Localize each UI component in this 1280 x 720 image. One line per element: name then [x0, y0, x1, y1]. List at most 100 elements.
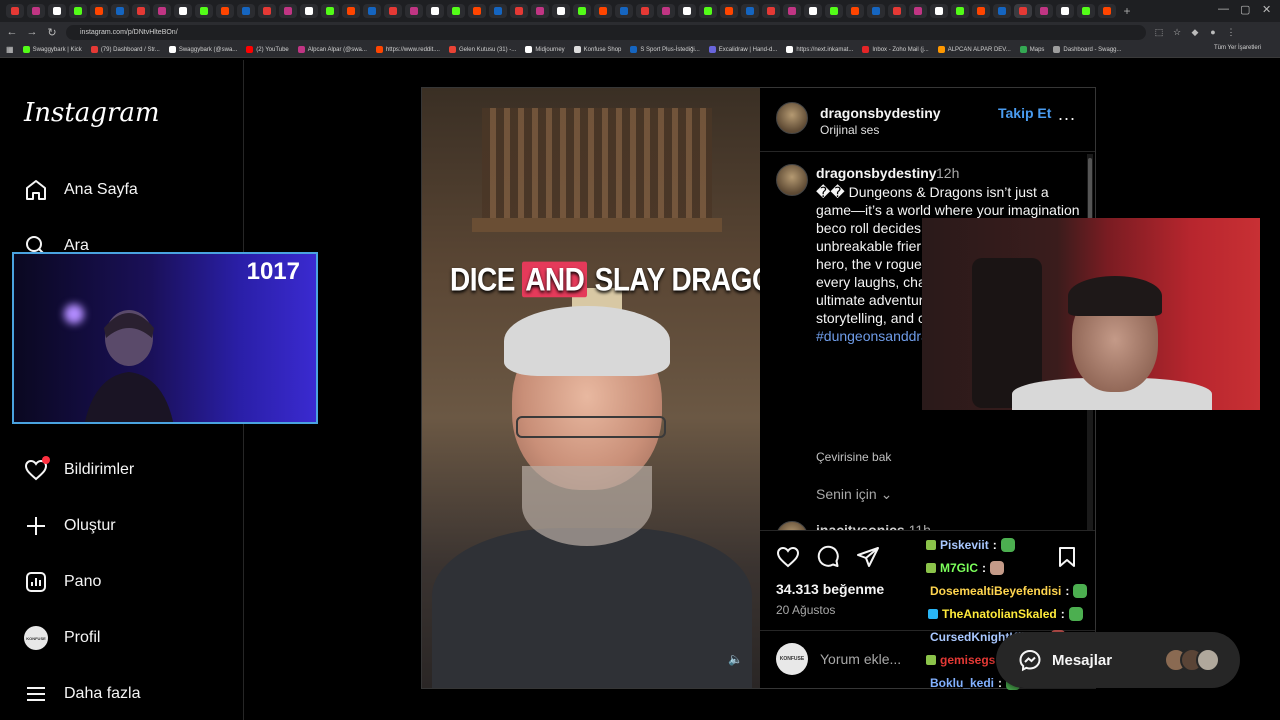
bookmark-item[interactable]: Konfuse Shop — [573, 46, 621, 53]
browser-tab[interactable] — [552, 4, 570, 18]
browser-tab[interactable] — [468, 4, 486, 18]
bookmark-item[interactable]: Alpcan Alpar (@swa... — [297, 46, 367, 53]
browser-tab[interactable] — [321, 4, 339, 18]
browser-tab[interactable] — [300, 4, 318, 18]
browser-tab[interactable] — [993, 4, 1011, 18]
browser-tab[interactable] — [804, 4, 822, 18]
browser-tab[interactable] — [930, 4, 948, 18]
more-options-icon[interactable]: ... — [1058, 104, 1076, 125]
minimize-button[interactable]: — — [1218, 3, 1229, 15]
caption-username[interactable]: dragonsbydestiny — [816, 165, 937, 181]
commenter-avatar[interactable] — [776, 521, 808, 530]
bookmark-item[interactable]: Inbox - Zoho Mail (j... — [862, 46, 929, 53]
browser-tab[interactable] — [48, 4, 66, 18]
browser-tab[interactable] — [1056, 4, 1074, 18]
bookmark-item[interactable]: Midjourney — [525, 46, 565, 53]
browser-tab[interactable] — [342, 4, 360, 18]
browser-tab[interactable] — [846, 4, 864, 18]
back-icon[interactable]: ← — [6, 26, 18, 38]
sidebar-item-profile[interactable]: KONFUSE Profil — [24, 626, 100, 650]
browser-tab[interactable] — [153, 4, 171, 18]
bookmark-star-icon[interactable]: ☆ — [1172, 27, 1182, 38]
forward-icon[interactable]: → — [26, 26, 38, 38]
apps-icon[interactable]: ▦ — [6, 45, 14, 54]
maximize-button[interactable]: ▢ — [1240, 3, 1250, 16]
profile-icon[interactable]: ● — [1208, 27, 1218, 37]
comment-username[interactable]: inacitysonics 11h — [816, 522, 931, 530]
install-icon[interactable]: ⬚ — [1154, 27, 1164, 38]
bookmark-item[interactable]: Swaggybark | Kick — [22, 46, 82, 53]
author-avatar[interactable] — [776, 102, 808, 134]
mute-icon[interactable]: 🔈 — [728, 652, 744, 668]
audio-label[interactable]: Orijinal ses — [820, 123, 879, 137]
like-icon[interactable] — [776, 545, 800, 569]
address-bar[interactable]: instagram.com/p/DNtvHlteBOn/ — [66, 24, 1146, 40]
caption-avatar[interactable] — [776, 164, 808, 196]
browser-tab[interactable] — [762, 4, 780, 18]
browser-tab[interactable] — [363, 4, 381, 18]
bookmark-item[interactable]: (79) Dashboard / Str... — [90, 46, 160, 53]
browser-tab[interactable] — [426, 4, 444, 18]
browser-tab[interactable] — [237, 4, 255, 18]
browser-tab[interactable] — [657, 4, 675, 18]
instagram-logo[interactable]: Instagram — [24, 98, 160, 128]
browser-tab[interactable] — [972, 4, 990, 18]
sidebar-item-dashboard[interactable]: Pano — [24, 570, 101, 594]
follow-button[interactable]: Takip Et — [998, 105, 1051, 121]
browser-tab[interactable] — [867, 4, 885, 18]
browser-tab[interactable] — [195, 4, 213, 18]
see-translation-link[interactable]: Çevirisine bak — [816, 450, 891, 464]
share-icon[interactable] — [856, 545, 880, 569]
browser-tab[interactable] — [678, 4, 696, 18]
browser-tab[interactable] — [69, 4, 87, 18]
new-tab-button[interactable]: + — [1119, 4, 1135, 18]
browser-tab[interactable] — [384, 4, 402, 18]
browser-tab[interactable] — [510, 4, 528, 18]
browser-tab[interactable] — [216, 4, 234, 18]
bookmark-item[interactable]: ALPCAN ALPAR DEV... — [937, 46, 1011, 53]
bookmark-item[interactable]: Maps — [1019, 46, 1044, 53]
all-bookmarks-link[interactable]: Tüm Yer İşaretleri — [1214, 45, 1261, 51]
browser-tab[interactable] — [279, 4, 297, 18]
browser-menu-icon[interactable]: ⋮ — [1226, 27, 1236, 38]
browser-tab[interactable] — [405, 4, 423, 18]
close-window-button[interactable]: ✕ — [1262, 3, 1271, 16]
browser-tab[interactable] — [258, 4, 276, 18]
browser-tab[interactable] — [615, 4, 633, 18]
browser-tab[interactable] — [699, 4, 717, 18]
browser-tab[interactable] — [27, 4, 45, 18]
browser-tab[interactable] — [573, 4, 591, 18]
like-count[interactable]: 34.313 beğenme — [776, 581, 884, 597]
browser-tab[interactable] — [1014, 4, 1032, 18]
bookmark-item[interactable]: Gelen Kutusu (31) -... — [448, 46, 516, 53]
sidebar-item-home[interactable]: Ana Sayfa — [24, 178, 138, 202]
messages-button[interactable]: Mesajlar — [996, 632, 1240, 688]
browser-tab[interactable] — [6, 4, 24, 18]
browser-tab[interactable] — [783, 4, 801, 18]
sidebar-item-notifications[interactable]: Bildirimler — [24, 456, 134, 482]
browser-tab[interactable] — [447, 4, 465, 18]
browser-tab[interactable] — [1098, 4, 1116, 18]
browser-tab[interactable] — [888, 4, 906, 18]
author-username[interactable]: dragonsbydestiny — [820, 105, 941, 121]
save-icon[interactable] — [1055, 545, 1079, 569]
post-video[interactable]: DICE AND SLAY DRAGONS 🔈 — [422, 88, 760, 688]
browser-tab[interactable] — [489, 4, 507, 18]
browser-tab[interactable] — [1077, 4, 1095, 18]
bookmark-item[interactable]: Excalidraw | Hand-d... — [708, 46, 777, 53]
browser-tab[interactable] — [90, 4, 108, 18]
browser-tab[interactable] — [825, 4, 843, 18]
sidebar-item-create[interactable]: Oluştur — [24, 514, 116, 538]
extensions-icon[interactable]: ◆ — [1190, 27, 1200, 38]
browser-tab[interactable] — [1035, 4, 1053, 18]
reload-icon[interactable]: ↻ — [46, 26, 58, 39]
bookmark-item[interactable]: S Sport Plus-İstediği... — [630, 46, 700, 53]
browser-tab[interactable] — [132, 4, 150, 18]
browser-tab[interactable] — [951, 4, 969, 18]
browser-tab[interactable] — [174, 4, 192, 18]
bookmark-item[interactable]: Dashboard - Swagg... — [1053, 46, 1121, 53]
comment-icon[interactable] — [816, 545, 840, 569]
browser-tab[interactable] — [531, 4, 549, 18]
browser-tab[interactable] — [636, 4, 654, 18]
bookmark-item[interactable]: https://next.inkamat... — [786, 46, 853, 53]
